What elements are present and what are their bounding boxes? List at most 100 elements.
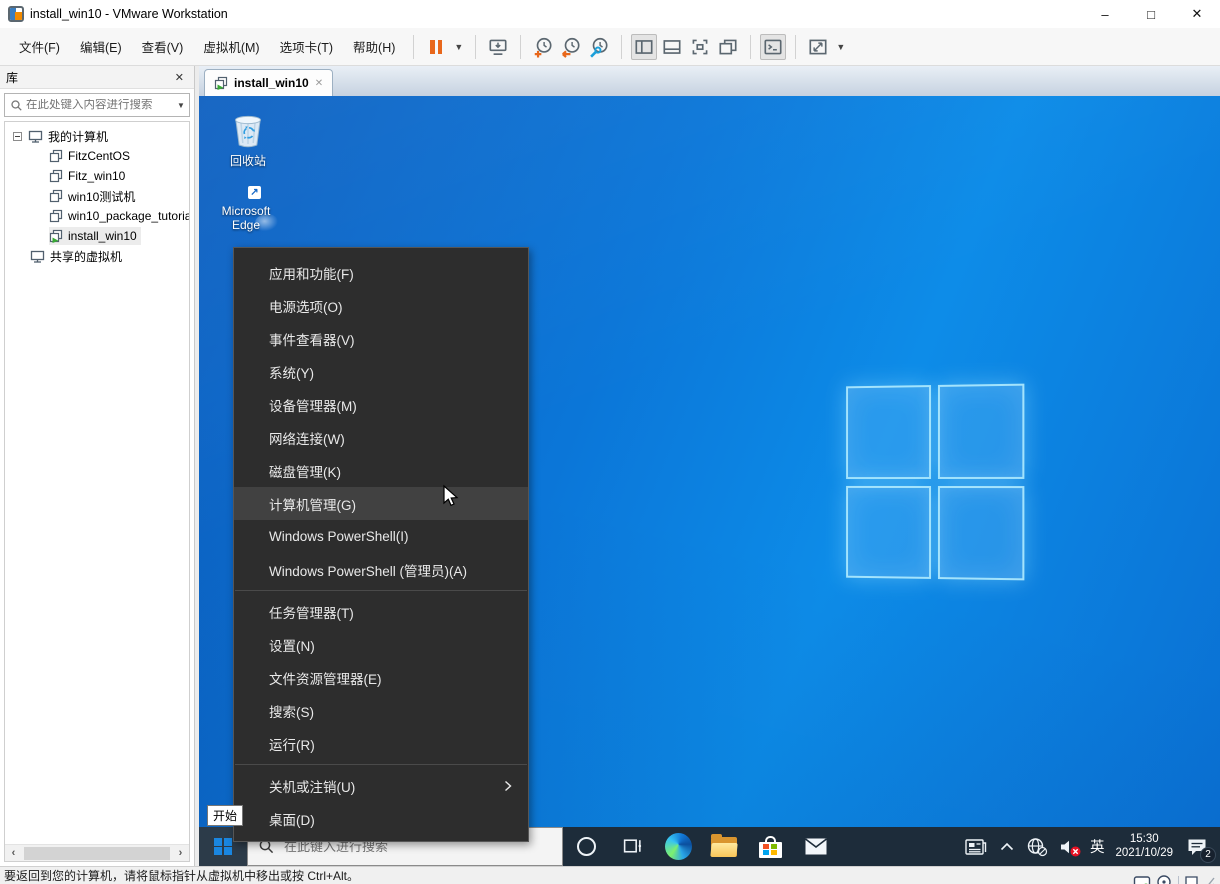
desktop-icon-recycle-bin[interactable]: 回收站	[215, 109, 281, 168]
free-stretch-button[interactable]	[805, 34, 831, 60]
revert-snapshot-button[interactable]	[558, 34, 584, 60]
show-thumbnail-bar-button[interactable]	[659, 34, 685, 60]
library-close-icon[interactable]: ✕	[171, 71, 188, 84]
action-center-button[interactable]: 2	[1184, 835, 1210, 859]
library-search[interactable]: ▼	[4, 93, 190, 117]
computer-icon	[28, 129, 43, 144]
vm-icon	[49, 149, 63, 163]
winx-context-menu: 应用和功能(F) 电源选项(O) 事件查看器(V) 系统(Y) 设备管理器(M)…	[233, 247, 529, 842]
show-library-button[interactable]	[631, 34, 657, 60]
menu-disk-management[interactable]: 磁盘管理(K)	[234, 454, 528, 487]
menu-settings[interactable]: 设置(N)	[234, 628, 528, 661]
menu-shutdown-signout[interactable]: 关机或注销(U)	[234, 769, 528, 802]
pause-dropdown-caret[interactable]: ▼	[451, 42, 466, 52]
menu-device-manager[interactable]: 设备管理器(M)	[234, 388, 528, 421]
menu-power-options[interactable]: 电源选项(O)	[234, 289, 528, 322]
scroll-left-icon[interactable]: ‹	[5, 847, 22, 859]
full-screen-icon	[689, 36, 711, 58]
tab-install-win10[interactable]: install_win10 ✕	[204, 69, 333, 96]
minimize-button[interactable]: –	[1082, 0, 1128, 28]
menu-desktop[interactable]: 桌面(D)	[234, 802, 528, 835]
task-view-button[interactable]	[609, 827, 655, 866]
cortana-button[interactable]	[563, 827, 609, 866]
hard-disk-status-icon[interactable]	[1133, 875, 1151, 884]
collapse-icon[interactable]	[13, 132, 22, 141]
status-message: 要返回到您的计算机，请将鼠标指针从虚拟机中移出或按 Ctrl+Alt。	[4, 867, 359, 884]
tree-item-win10-package-tutorial[interactable]: win10_package_tutoria	[5, 206, 189, 226]
tab-label: install_win10	[234, 76, 309, 90]
store-icon	[759, 836, 782, 858]
close-button[interactable]: ✕	[1174, 0, 1220, 28]
tab-close-icon[interactable]: ✕	[315, 78, 323, 89]
pause-button[interactable]	[423, 34, 449, 60]
tree-item-win10-test[interactable]: win10测试机	[5, 186, 189, 206]
tree-label: 我的计算机	[48, 128, 108, 145]
file-explorer-button[interactable]	[701, 827, 747, 866]
search-dropdown-caret[interactable]: ▼	[173, 94, 189, 116]
news-widget-icon[interactable]	[964, 837, 988, 857]
menu-task-manager[interactable]: 任务管理器(T)	[234, 595, 528, 628]
ime-indicator[interactable]: 英	[1090, 836, 1105, 857]
console-view-icon	[762, 36, 784, 58]
edge-taskbar-button[interactable]	[655, 827, 701, 866]
menu-view[interactable]: 查看(V)	[133, 32, 193, 61]
send-ctrl-alt-del-button[interactable]	[485, 34, 511, 60]
library-search-input[interactable]	[26, 99, 173, 111]
tree-label: 共享的虚拟机	[50, 248, 122, 265]
menu-event-viewer[interactable]: 事件查看器(V)	[234, 322, 528, 355]
console-view-button[interactable]	[760, 34, 786, 60]
manage-snapshots-button[interactable]	[586, 34, 612, 60]
vm-display[interactable]: 回收站 ↗ Microsoft Edge 应用和功能(F) 电源选项(O) 事件…	[199, 96, 1220, 866]
mail-button[interactable]	[793, 827, 839, 866]
resize-grip[interactable]	[1204, 876, 1216, 884]
system-tray: 英 15:30 2021/10/29 2	[964, 827, 1220, 866]
network-disconnected-icon[interactable]	[1026, 837, 1048, 857]
tree-item-fitz-win10[interactable]: Fitz_win10	[5, 166, 189, 186]
taskbar-clock[interactable]: 15:30 2021/10/29	[1115, 833, 1173, 860]
menu-search[interactable]: 搜索(S)	[234, 694, 528, 727]
unity-mode-button[interactable]	[715, 34, 741, 60]
take-snapshot-button[interactable]	[530, 34, 556, 60]
scrollbar-thumb[interactable]	[24, 847, 170, 860]
mail-icon	[804, 837, 828, 856]
menu-run[interactable]: 运行(R)	[234, 727, 528, 760]
vmware-logo-icon	[8, 6, 24, 22]
message-status-icon[interactable]	[1184, 875, 1199, 884]
take-snapshot-icon	[532, 36, 554, 58]
tree-item-my-computer[interactable]: 我的计算机	[5, 126, 189, 146]
tree-item-fitzcentos[interactable]: FitzCentOS	[5, 146, 189, 166]
tree-label: win10测试机	[68, 188, 135, 205]
menu-tabs[interactable]: 选项卡(T)	[271, 32, 342, 61]
cortana-icon	[577, 837, 596, 856]
free-stretch-dropdown-caret[interactable]: ▼	[833, 42, 848, 52]
menu-computer-management[interactable]: 计算机管理(G)	[234, 487, 528, 520]
menu-powershell-admin[interactable]: Windows PowerShell (管理员)(A)	[234, 553, 528, 586]
desktop-icon-microsoft-edge[interactable]: ↗ Microsoft Edge	[211, 201, 281, 232]
menu-system[interactable]: 系统(Y)	[234, 355, 528, 388]
menu-apps-features[interactable]: 应用和功能(F)	[234, 256, 528, 289]
tree-item-shared-vms[interactable]: 共享的虚拟机	[5, 246, 189, 266]
tab-bar: install_win10 ✕	[199, 66, 1220, 96]
manage-snapshots-icon	[588, 36, 610, 58]
file-explorer-icon	[711, 837, 737, 857]
clock-date: 2021/10/29	[1115, 847, 1173, 859]
full-screen-button[interactable]	[687, 34, 713, 60]
menu-file-explorer[interactable]: 文件资源管理器(E)	[234, 661, 528, 694]
volume-muted-icon[interactable]	[1059, 838, 1079, 856]
microsoft-store-button[interactable]	[747, 827, 793, 866]
maximize-button[interactable]: □	[1128, 0, 1174, 28]
menu-vm[interactable]: 虚拟机(M)	[194, 32, 268, 61]
horizontal-scrollbar[interactable]: ‹ ›	[5, 844, 189, 861]
menu-help[interactable]: 帮助(H)	[344, 32, 404, 61]
tree-label: win10_package_tutoria	[68, 209, 190, 223]
cd-dvd-status-icon[interactable]	[1156, 875, 1173, 884]
menu-powershell[interactable]: Windows PowerShell(I)	[234, 520, 528, 553]
show-hidden-icons-chevron[interactable]	[999, 841, 1015, 852]
menu-file[interactable]: 文件(F)	[10, 32, 69, 61]
scroll-right-icon[interactable]: ›	[172, 847, 189, 859]
tree-item-install-win10[interactable]: install_win10	[5, 226, 189, 246]
menu-edit[interactable]: 编辑(E)	[71, 32, 131, 61]
menu-network-connections[interactable]: 网络连接(W)	[234, 421, 528, 454]
start-tooltip: 开始	[207, 805, 243, 826]
pause-icon	[430, 40, 442, 54]
